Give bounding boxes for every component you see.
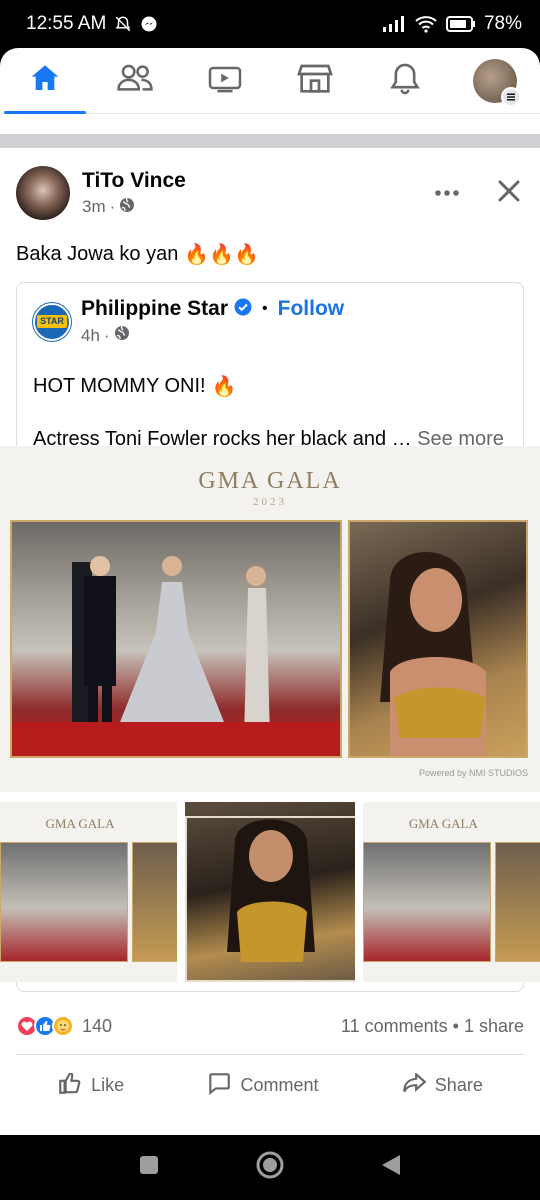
spacer (0, 114, 540, 134)
feed-separator (0, 134, 540, 148)
tab-notifications[interactable] (360, 48, 450, 114)
reaction-count: 140 (82, 1015, 113, 1036)
signal-icon (382, 15, 406, 33)
top-nav (0, 48, 540, 114)
verified-badge-icon (234, 298, 252, 321)
thumbnail-title: GMA GALA (45, 816, 115, 831)
comment-button[interactable]: Comment (206, 1073, 319, 1097)
post-text: Baka Jowa ko yan 🔥🔥🔥 (0, 220, 540, 270)
tab-watch[interactable] (180, 48, 270, 114)
author-avatar[interactable] (16, 166, 70, 220)
follow-button[interactable]: Follow (278, 297, 345, 321)
home-button-icon[interactable] (255, 1150, 285, 1185)
image-year: 2023 (253, 496, 287, 508)
friends-icon (116, 62, 154, 99)
powered-by: Powered by NMI STUDIOS (418, 768, 528, 778)
recents-button-icon[interactable] (138, 1154, 160, 1181)
shared-headline: HOT MOMMY ONI! (33, 375, 206, 397)
status-bar: 12:55 AM 78% (0, 0, 540, 48)
comment-icon (206, 1073, 232, 1097)
menu-icon (501, 86, 521, 107)
back-button-icon[interactable] (380, 1153, 402, 1182)
share-label: Share (434, 1074, 483, 1095)
page-name[interactable]: Philippine Star (81, 297, 228, 321)
close-icon[interactable] (498, 180, 520, 207)
comments-count[interactable]: 11 comments (341, 1016, 448, 1036)
image-title: GMA GALA (198, 468, 342, 494)
photo-red-carpet (10, 520, 342, 758)
wifi-icon (414, 15, 438, 33)
post-timestamp[interactable]: 3m (82, 197, 106, 217)
marketplace-icon (297, 62, 333, 99)
mute-icon (114, 15, 132, 33)
photo-portrait (348, 520, 528, 758)
globe-icon (119, 197, 135, 218)
more-options-icon[interactable] (434, 184, 460, 202)
bell-icon (389, 61, 421, 100)
home-icon (28, 62, 62, 99)
tab-marketplace[interactable] (270, 48, 360, 114)
system-navigation-bar (0, 1135, 540, 1200)
thumbnail-1[interactable]: GMA GALA (0, 802, 177, 982)
post-image[interactable]: GMA GALA 2023 Powered by NMI STUDIOS (0, 446, 540, 792)
like-label: Like (91, 1074, 125, 1095)
like-button[interactable]: Like (57, 1073, 124, 1097)
post-header: TiTo Vince 3m · (0, 150, 540, 220)
author-name[interactable]: TiTo Vince (82, 169, 186, 193)
thumbnail-3[interactable]: GMA GALA (363, 802, 540, 982)
thumbnail-title: GMA GALA (408, 816, 478, 831)
post-actions: Like Comment Share (16, 1054, 524, 1135)
facebook-app: TiTo Vince 3m · Baka Jowa ko yan 🔥🔥🔥 STA… (0, 48, 540, 1135)
shares-count[interactable]: 1 share (464, 1016, 524, 1036)
battery-icon (445, 16, 476, 32)
post-message: Baka Jowa ko yan (16, 242, 179, 265)
profile-avatar (473, 58, 521, 107)
care-reaction-icon (52, 1015, 74, 1037)
tab-friends[interactable] (90, 48, 180, 114)
tab-menu[interactable] (450, 48, 540, 114)
shared-timestamp[interactable]: 4h (81, 326, 100, 346)
reactions-summary[interactable]: 140 11 comments • 1 share (0, 1008, 540, 1044)
tab-home[interactable] (0, 48, 90, 114)
page-logo[interactable]: STAR (33, 302, 71, 341)
thumbs-up-icon (57, 1073, 83, 1097)
comment-label: Comment (240, 1074, 319, 1095)
shared-card-bottom (16, 982, 524, 992)
fire-emoji: 🔥 (211, 376, 237, 398)
share-icon (401, 1073, 427, 1097)
thumbnail-2[interactable] (184, 802, 356, 982)
video-icon (207, 63, 243, 98)
share-button[interactable]: Share (401, 1073, 483, 1097)
image-thumbnails: GMA GALA GMA GALA (0, 802, 540, 982)
messenger-icon (140, 15, 158, 33)
globe-icon (114, 325, 130, 346)
battery-level: 78% (483, 13, 522, 34)
fire-emoji: 🔥🔥🔥 (184, 243, 260, 266)
status-time: 12:55 AM (26, 13, 107, 34)
